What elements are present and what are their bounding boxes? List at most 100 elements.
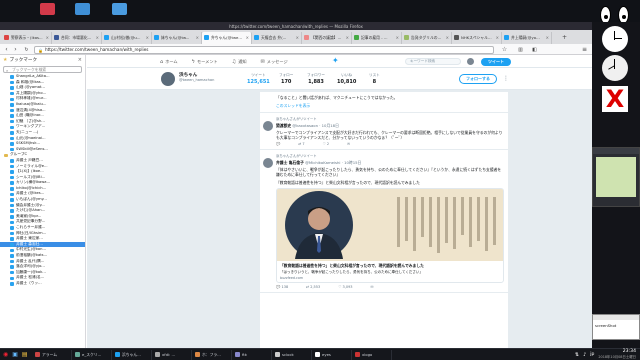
taskbar-item[interactable]: xfdi: ...	[152, 349, 192, 360]
bookmark-label: 山元(@naeinai...	[16, 135, 46, 140]
menu-hamburger-icon[interactable]: ≡	[580, 45, 589, 54]
like-action[interactable]: ♡ 2	[323, 142, 330, 146]
show-thread-link[interactable]: このスレッドを表示	[276, 103, 504, 109]
folder-icon[interactable]: ▤	[22, 351, 28, 358]
tab-item[interactable]: 妹ちゃん(@tw... ×	[152, 31, 202, 44]
tweet-item[interactable]: 「なること」と聞い話があれば、マクニチュートにこうではなかった。 このスレッドを…	[260, 92, 508, 114]
new-tab-button[interactable]: +	[560, 33, 569, 42]
tab-favicon	[154, 35, 159, 40]
forward-arrow-icon[interactable]: ›	[11, 45, 20, 54]
tab-close-icon[interactable]: ×	[346, 35, 349, 40]
app-menu-icon[interactable]: ◉	[3, 351, 8, 358]
message-action[interactable]: ✉	[371, 285, 374, 289]
bookmark-item[interactable]: 弁護士（ウッ...	[0, 281, 85, 287]
user-avatar[interactable]	[467, 58, 474, 65]
tab-close-icon[interactable]: ×	[246, 35, 249, 40]
follow-button[interactable]: フォローする	[459, 74, 497, 84]
tab-item[interactable]: 井上陽嗣(@yo… ×	[502, 31, 552, 44]
url-bar[interactable]: 🔒 https://twitter.com/tween_hamachan/wit…	[34, 45, 494, 54]
stat-label: フォロワー	[307, 73, 325, 77]
desktop-icon-2[interactable]	[75, 3, 90, 15]
tab-item[interactable]: 警察表示・(Ikas... ×	[2, 31, 52, 44]
retweet-action[interactable]: ⇄ 7	[298, 142, 304, 146]
tweet-item[interactable]: 浜ちゃんさんがリツイート 弁護士 亀石倫子 @MichikoKameishi ·…	[260, 150, 508, 294]
tab-close-icon[interactable]: ×	[46, 35, 49, 40]
bookmark-star-icon[interactable]: ☆	[500, 45, 509, 54]
browser-window: https://twitter.com/tween_hamachan/with_…	[0, 22, 592, 348]
tab-close-icon[interactable]: ×	[96, 35, 99, 40]
like-action[interactable]: ♡ 3,093	[338, 285, 352, 289]
bookmark-search-input[interactable]: ⌕ ブックマークを検索	[3, 66, 82, 73]
bookmark-favicon	[10, 203, 14, 208]
tab-close-icon[interactable]: ×	[196, 35, 199, 40]
tab-close-icon[interactable]: ×	[296, 35, 299, 40]
tweet-text: 「なること」と聞い話があれば、マクニチュートにこうではなかった。	[276, 95, 398, 100]
desktop-icon-3[interactable]	[112, 3, 127, 15]
more-options-icon[interactable]: ⋮	[503, 75, 509, 82]
bookmark-label: 山畑 (@yamat...	[16, 85, 45, 90]
twitter-search-input[interactable]: キーワード検索	[405, 58, 461, 65]
tweet-avatar[interactable]	[263, 121, 273, 132]
tab-item[interactable]: 山(村松)徹(@u... ×	[102, 31, 152, 44]
tweet-author-name[interactable]: 猿渡郡史	[276, 123, 291, 128]
back-arrow-icon[interactable]: ‹	[2, 45, 11, 54]
twitter-nav-item[interactable]: ♫ 通知	[232, 59, 247, 65]
tweet-button[interactable]: ツイート	[481, 57, 511, 66]
taskbar-item[interactable]: ftk	[232, 349, 272, 360]
tab-item[interactable]: 記事の雇用 - … ×	[352, 31, 402, 44]
tab-item[interactable]: 告発タグリルの… ×	[402, 31, 452, 44]
tab-close-icon[interactable]: ×	[146, 35, 149, 40]
reply-action[interactable]: 💬	[276, 142, 280, 146]
taskbar-item[interactable]: e_スクリ...	[72, 349, 112, 360]
tab-item[interactable]: 弁ちゃん(@twe... ×	[202, 31, 252, 44]
desktop-icon-1[interactable]	[40, 3, 55, 15]
twitter-nav-item[interactable]: ϟ モーメント	[192, 59, 218, 65]
profile-avatar[interactable]	[160, 71, 176, 87]
tab-close-icon[interactable]: ×	[546, 35, 549, 40]
profile-stat[interactable]: フォロー 170	[279, 73, 293, 85]
ime-indicator[interactable]: jp	[590, 352, 594, 357]
tab-item[interactable]: NHKスペシャル… ×	[452, 31, 502, 44]
reload-icon[interactable]: ↻	[22, 45, 31, 54]
twitter-nav-item[interactable]: ✉ メッセージ	[261, 59, 288, 65]
tweet-item[interactable]: 浜ちゃんさんがリツイート 猿渡郡史 @kaxxtasaon · 10月18日 ク…	[260, 113, 508, 151]
tab-item[interactable]: 【関西の議論】… ×	[302, 31, 352, 44]
twitter-nav-item[interactable]: ⌂ ホーム	[160, 59, 178, 65]
tweet-author-name[interactable]: 弁護士 亀石倫子	[276, 160, 304, 165]
taskbar-item[interactable]: アラーム	[32, 349, 72, 360]
profile-stat[interactable]: ツイート 125,651	[247, 73, 270, 85]
profile-stat[interactable]: リスト 8	[369, 73, 380, 85]
volume-icon[interactable]: ♪	[583, 352, 586, 358]
tweet-avatar[interactable]	[263, 158, 273, 169]
tab-close-icon[interactable]: ×	[496, 35, 499, 40]
taskbar-item[interactable]: sclock	[272, 349, 312, 360]
profile-stat[interactable]: いいね 10,810	[337, 73, 356, 85]
taskbar-item[interactable]: xlogo	[352, 349, 392, 360]
tab-label: 井上陽嗣(@yo…	[511, 34, 540, 40]
twitter-bird-icon[interactable]: ✦	[332, 57, 340, 65]
taskbar-item[interactable]: ホ：フラ...	[192, 349, 232, 360]
tab-item[interactable]: 合同：市場悪化... ×	[52, 31, 102, 44]
clock[interactable]: 23:34 2018年10月08日土曜日	[598, 349, 636, 359]
message-action[interactable]: ✉	[347, 142, 350, 146]
taskbar-item[interactable]: eyes	[312, 349, 352, 360]
sidebar-toggle-icon[interactable]: ◧	[530, 45, 539, 54]
bookmark-favicon	[10, 259, 14, 264]
profile-handle: @tween_hamachan	[179, 78, 215, 82]
link-card[interactable]: 「教育勅語は普遍性を持つ」と柴山文科相が言ったので、現代語訳を読んでみました 「…	[276, 188, 504, 284]
taskbar-item[interactable]: 浜ちゃん...	[112, 349, 152, 360]
tab-close-icon[interactable]: ×	[446, 35, 449, 40]
twitter-nav-label: ホーム	[165, 59, 178, 64]
tab-item[interactable]: 天権会去 弁(… ×	[252, 31, 302, 44]
tab-label: 山(村松)徹(@u...	[111, 34, 141, 40]
library-icon[interactable]: ▥	[516, 45, 525, 54]
network-icon[interactable]: ⇅	[575, 352, 579, 358]
screenshot-mini-window[interactable]: screenShot	[592, 314, 640, 340]
folder-icon	[4, 153, 8, 157]
tab-close-icon[interactable]: ×	[396, 35, 399, 40]
terminal-icon[interactable]: ▣	[12, 351, 18, 358]
reply-action[interactable]: 💬 138	[276, 285, 288, 289]
close-icon[interactable]: ×	[78, 57, 82, 63]
profile-stat[interactable]: フォロワー 1,883	[307, 73, 325, 85]
retweet-action[interactable]: ⇄ 2,553	[306, 285, 320, 289]
